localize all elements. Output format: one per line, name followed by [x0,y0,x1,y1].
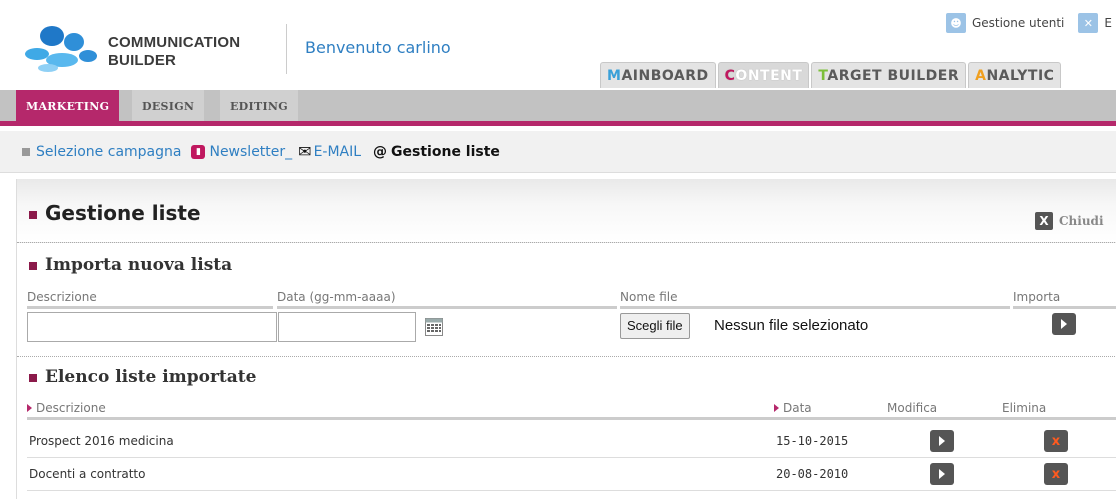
import-bullet [29,261,37,270]
sort-arrow-icon [27,404,32,412]
page-title: Gestione liste [29,201,201,225]
edit-button[interactable] [930,463,954,485]
tab-mainboard-label: AINBOARD [621,68,709,84]
breadcrumb: Selezione campagna ▮ Newsletter_ ✉ E-MAI… [0,131,1116,173]
import-col-data: Data (gg-mm-aaaa) [277,289,617,309]
play-arrow-icon [939,436,945,446]
at-icon: @ [373,143,388,160]
subtab-editing[interactable]: EDITING [220,90,298,121]
tab-content-initial: C [724,68,736,84]
brand-line2: BUILDER [108,52,177,69]
breadcrumb-current: Gestione liste [391,143,500,160]
communication-builder-logo [25,26,97,72]
list-col-data[interactable]: Data [774,401,812,415]
list-bullet [29,373,37,382]
tab-content[interactable]: CONTENT [717,62,810,88]
tab-mainboard-initial: M [607,68,622,84]
row-description: Prospect 2016 medicina [29,434,174,448]
main-tabs: MAINBOARD CONTENT TARGET BUILDER ANALYTI… [600,62,1063,88]
descrizione-input[interactable] [27,312,277,342]
data-input[interactable] [278,312,416,342]
app-header: COMMUNICATION BUILDER Benvenuto carlino … [0,0,1116,90]
newsletter-icon: ▮ [191,144,206,159]
brand-line1: COMMUNICATION [108,34,241,51]
subtab-marketing[interactable]: MARKETING [16,90,120,121]
breadcrumb-bullet [22,147,30,156]
subtab-design[interactable]: DESIGN [132,90,205,121]
panel-header: Gestione liste X Chiudi [17,179,1116,243]
section-divider [17,356,1116,357]
close-label: Chiudi [1059,214,1104,228]
breadcrumb-email[interactable]: E-MAIL [314,144,361,160]
tab-analytics-initial: A [975,68,987,84]
play-arrow-icon [939,469,945,479]
sort-arrow-icon [774,404,779,412]
envelope-icon: ✉ [298,142,312,161]
breadcrumb-newsletter[interactable]: Newsletter_ [209,144,292,160]
exit-link[interactable]: E [1104,16,1112,30]
list-section-title: Elenco liste importate [29,367,256,387]
brand-name: COMMUNICATION BUILDER [108,34,240,70]
import-col-nome-file: Nome file [620,289,1010,309]
file-status: Nessun file selezionato [714,317,869,334]
list-header-underline [27,417,1116,420]
row-description: Docenti a contratto [29,467,146,481]
table-row: Docenti a contratto 20-08-2010 x [27,458,1116,491]
tab-target-builder[interactable]: TARGET BUILDER [811,62,967,88]
breadcrumb-selezione-campagna[interactable]: Selezione campagna [36,144,181,160]
choose-file-button[interactable]: Scegli file [620,313,690,339]
list-col-elimina: Elimina [1002,401,1047,415]
import-section-title-text: Importa nuova lista [45,255,233,275]
tab-content-label: ONTENT [735,68,803,84]
tab-mainboard[interactable]: MAINBOARD [600,62,716,88]
list-col-data-label: Data [783,401,812,415]
tab-target-builder-label: ARGET BUILDER [827,68,960,84]
edit-button[interactable] [930,430,954,452]
page-title-text: Gestione liste [45,201,201,225]
delete-button[interactable]: x [1044,463,1068,485]
tab-analytics[interactable]: ANALYTIC [968,62,1062,88]
sub-navigation: MARKETING DESIGN EDITING [0,90,1116,126]
import-col-importa: Importa [1013,289,1116,309]
top-links: ☻ Gestione utenti ✕ E [945,12,1116,34]
header-divider [286,24,287,74]
calendar-icon[interactable] [425,318,443,336]
welcome-text: Benvenuto carlino [305,38,451,57]
list-col-modifica: Modifica [887,401,938,415]
import-section-title: Importa nuova lista [29,255,232,275]
gestione-utenti-link[interactable]: Gestione utenti [972,16,1064,30]
list-col-descrizione-label: Descrizione [36,401,106,415]
list-section-title-text: Elenco liste importate [45,367,257,387]
import-button[interactable] [1052,313,1076,335]
users-icon[interactable]: ☻ [945,13,966,33]
title-bullet [29,210,37,219]
close-icon: X [1035,212,1053,230]
table-row: Prospect 2016 medicina 15-10-2015 x [27,425,1116,458]
exit-icon[interactable]: ✕ [1078,13,1099,33]
row-date: 15-10-2015 [776,434,849,448]
delete-button[interactable]: x [1044,430,1068,452]
import-col-descrizione: Descrizione [27,289,273,309]
close-button[interactable]: X Chiudi [1035,212,1104,230]
tab-analytics-label: NALYTIC [986,68,1055,84]
list-col-descrizione[interactable]: Descrizione [27,401,106,415]
row-date: 20-08-2010 [776,467,849,481]
play-arrow-icon [1061,319,1067,329]
gestione-liste-panel: Gestione liste X Chiudi Importa nuova li… [16,179,1116,499]
